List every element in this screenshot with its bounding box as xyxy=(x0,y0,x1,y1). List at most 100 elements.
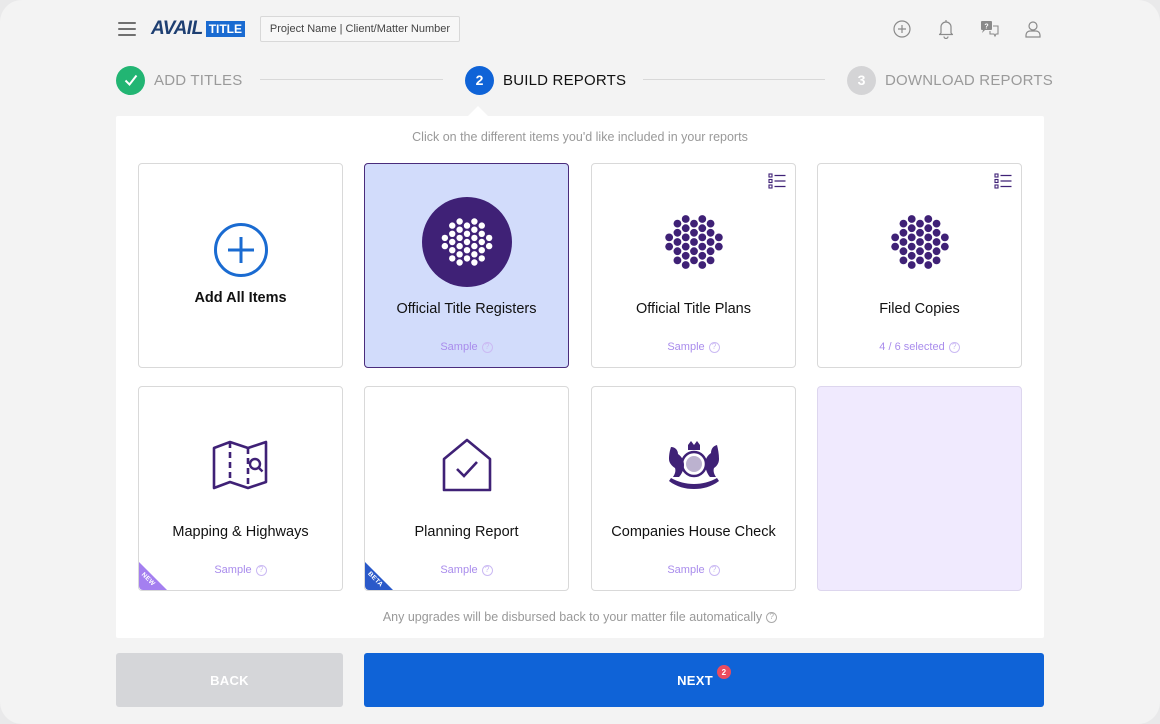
hex-dot xyxy=(689,238,698,246)
hex-dot xyxy=(448,222,455,229)
help-icon[interactable]: ? xyxy=(255,564,267,576)
card-filed-copies[interactable]: Filed Copies 4 / 6 selected ? xyxy=(817,163,1022,368)
list-icon[interactable] xyxy=(768,173,786,189)
step-download-reports[interactable]: 3 DOWNLOAD REPORTS xyxy=(847,65,1053,95)
card-official-title-registers[interactable]: Official Title Registers Sample ? xyxy=(364,163,569,368)
hex-dot xyxy=(485,242,492,250)
card-official-title-plans[interactable]: Official Title Plans Sample ? xyxy=(591,163,796,368)
hex-dot xyxy=(899,219,907,228)
hex-dot xyxy=(470,226,478,233)
hex-dot xyxy=(899,238,907,246)
card-mapping-highways[interactable]: Mapping & Highways Sample ? NEW xyxy=(138,386,343,591)
hex-dot xyxy=(714,242,723,251)
hex-dot xyxy=(932,256,940,265)
bell-icon[interactable] xyxy=(935,18,957,40)
hex-dot xyxy=(478,247,485,254)
hex-dot xyxy=(681,242,690,251)
help-icon[interactable]: ? xyxy=(481,564,493,576)
land-registry-icon xyxy=(365,196,568,288)
hex-dot xyxy=(890,233,899,242)
hex-dot xyxy=(923,224,932,233)
add-circle-icon[interactable] xyxy=(891,18,913,40)
hex-dot xyxy=(923,251,932,260)
help-icon[interactable]: ? xyxy=(948,341,960,353)
map-search-icon xyxy=(139,419,342,511)
hex-dot xyxy=(478,238,485,246)
step-number: 2 xyxy=(465,65,494,95)
list-icon[interactable] xyxy=(994,173,1012,189)
hex-dot xyxy=(915,247,924,256)
back-button[interactable]: BACK xyxy=(116,653,343,707)
card-planning-report[interactable]: Planning Report Sample ? BETA xyxy=(364,386,569,591)
hex-dot xyxy=(681,261,690,269)
hex-dot xyxy=(478,230,485,237)
hex-dot xyxy=(907,215,916,223)
hex-dot xyxy=(681,224,690,233)
card-add-all-items[interactable]: Add All Items xyxy=(138,163,343,368)
hex-dot xyxy=(441,234,448,242)
hex-dot xyxy=(915,256,924,265)
hex-dot xyxy=(915,219,924,228)
card-title: Planning Report xyxy=(414,524,519,540)
next-button[interactable]: NEXT 2 xyxy=(364,653,1044,707)
hex-dot xyxy=(890,242,899,251)
hex-dot xyxy=(470,251,478,258)
hex-dot xyxy=(470,218,478,225)
house-check-icon xyxy=(365,419,568,511)
card-title: Filed Copies xyxy=(879,301,960,317)
help-icon[interactable]: ? xyxy=(708,341,720,353)
selection-count[interactable]: 4 / 6 selected ? xyxy=(818,341,1021,353)
instruction-text: Click on the different items you'd like … xyxy=(412,130,748,144)
menu-icon[interactable] xyxy=(118,22,136,36)
step-add-titles[interactable]: ADD TITLES xyxy=(116,65,242,95)
help-chat-icon[interactable]: ? xyxy=(979,18,1001,40)
sample-link[interactable]: Sample ? xyxy=(365,564,568,576)
user-icon[interactable] xyxy=(1022,18,1044,40)
sample-link[interactable]: Sample ? xyxy=(592,341,795,353)
upgrades-note-text: Any upgrades will be disbursed back to y… xyxy=(382,610,763,624)
land-registry-icon xyxy=(592,196,795,288)
hex-dot xyxy=(664,242,673,251)
sample-link[interactable]: Sample ? xyxy=(592,564,795,576)
card-companies-house-check[interactable]: Companies House Check Sample ? xyxy=(591,386,796,591)
logo[interactable]: AVAIL TITLE xyxy=(151,18,246,39)
hex-dot xyxy=(907,233,916,242)
help-icon[interactable]: ? xyxy=(708,564,720,576)
hex-dot xyxy=(932,238,940,246)
report-builder-panel: Click on the different items you'd like … xyxy=(116,116,1044,638)
hex-dot xyxy=(899,247,907,256)
svg-text:?: ? xyxy=(984,24,988,31)
hex-dot xyxy=(441,242,448,250)
hex-dot xyxy=(923,242,932,251)
step-number: 3 xyxy=(847,65,876,95)
card-title: Add All Items xyxy=(194,290,287,306)
hex-dot xyxy=(673,219,681,228)
card-subtitle: 4 / 6 selected xyxy=(879,341,945,353)
hex-dot xyxy=(681,251,690,260)
step-build-reports[interactable]: 2 BUILD REPORTS xyxy=(465,65,626,95)
hex-dot xyxy=(697,224,706,233)
hex-dot xyxy=(673,247,681,256)
help-icon[interactable]: ? xyxy=(481,341,493,353)
hex-dot xyxy=(448,247,455,254)
project-name-field[interactable]: Project Name | Client/Matter Number xyxy=(260,16,460,42)
sample-link[interactable]: Sample ? xyxy=(365,341,568,353)
hex-dot xyxy=(463,222,470,229)
card-title: Mapping & Highways xyxy=(172,524,309,540)
card-subtitle: Sample xyxy=(214,564,252,576)
hex-dot xyxy=(673,228,681,237)
card-subtitle: Sample xyxy=(440,564,478,576)
hex-dot xyxy=(923,261,932,269)
help-icon[interactable]: ? xyxy=(766,611,778,623)
hex-dot xyxy=(697,242,706,251)
hex-dot xyxy=(448,230,455,237)
hex-dot xyxy=(940,233,949,242)
hex-dot xyxy=(706,238,714,246)
step-label: BUILD REPORTS xyxy=(503,71,627,89)
back-button-label: BACK xyxy=(210,672,249,688)
sample-link[interactable]: Sample ? xyxy=(139,564,342,576)
hex-dot xyxy=(448,255,455,262)
hex-dot xyxy=(455,259,463,266)
hex-dot xyxy=(470,259,478,266)
hex-dot xyxy=(455,242,463,250)
